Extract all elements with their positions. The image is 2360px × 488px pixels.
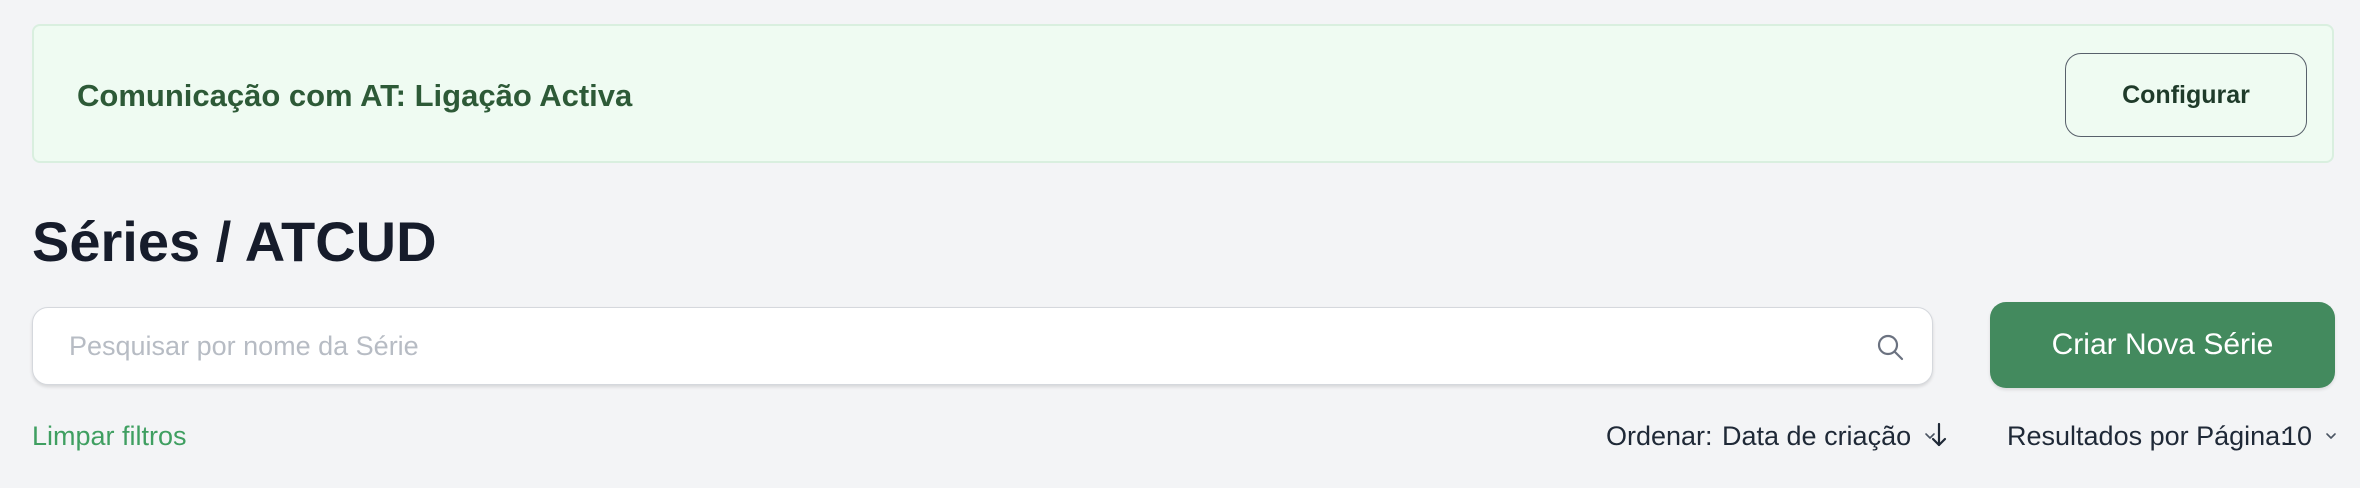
configure-button[interactable]: Configurar [2065,53,2307,137]
sort-descending-arrow-icon[interactable] [1930,420,1948,450]
sort-label: Ordenar: [1606,421,1713,451]
sort-select[interactable]: Data de criação [1722,420,1937,452]
clear-filters-link[interactable]: Limpar filtros [32,420,187,452]
search-icon[interactable] [1875,332,1905,362]
chevron-down-icon [2326,433,2336,439]
connection-status-text: Comunicação com AT: Ligação Activa [77,78,633,113]
results-per-page-label: Resultados por Página: [2007,421,2288,451]
results-per-page-select[interactable]: 10 [2282,420,2338,452]
search-input[interactable] [67,308,1851,385]
results-per-page-value: 10 [2282,421,2313,451]
page-title: Séries / ATCUD [32,210,437,273]
sort-select-value: Data de criação [1722,421,1912,451]
create-series-button[interactable]: Criar Nova Série [1990,302,2335,388]
connection-status-banner: Comunicação com AT: Ligação Activa Confi… [32,24,2334,163]
search-box [32,307,1933,385]
